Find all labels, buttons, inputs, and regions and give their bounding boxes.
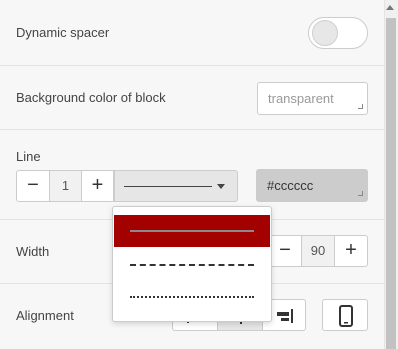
smartphone-icon: [339, 305, 353, 327]
dynamic-spacer-row: Dynamic spacer: [0, 0, 384, 66]
background-color-label: Background color of block: [16, 90, 166, 105]
dynamic-spacer-label: Dynamic spacer: [16, 25, 110, 40]
dashed-line-sample: [130, 264, 254, 266]
background-color-field[interactable]: transparent: [257, 82, 368, 115]
width-increase-button[interactable]: +: [334, 235, 368, 267]
line-style-option-dotted[interactable]: [114, 281, 270, 313]
mobile-view-button[interactable]: [322, 299, 368, 331]
line-thickness-value[interactable]: 1: [50, 170, 81, 202]
background-color-value: transparent: [268, 91, 334, 106]
alignment-label: Alignment: [16, 308, 74, 323]
background-color-row: Background color of block transparent: [0, 66, 384, 130]
solid-line-sample: [130, 230, 254, 232]
scroll-up-arrow-icon[interactable]: [386, 5, 394, 10]
line-style-option-solid[interactable]: [114, 215, 270, 247]
line-style-select[interactable]: [114, 170, 238, 202]
line-thickness-increase-button[interactable]: +: [81, 170, 114, 202]
width-decrease-button[interactable]: −: [268, 235, 302, 267]
toggle-knob: [312, 20, 338, 46]
settings-panel: Dynamic spacer Background color of block…: [0, 0, 384, 349]
resize-handle-icon: [358, 104, 363, 109]
dotted-line-sample: [130, 296, 254, 298]
dynamic-spacer-toggle[interactable]: [308, 17, 368, 49]
chevron-down-icon: [217, 184, 225, 189]
line-color-field[interactable]: #cccccc: [256, 169, 368, 202]
scrollbar-thumb[interactable]: [386, 18, 396, 349]
line-style-option-dashed[interactable]: [114, 249, 270, 281]
resize-handle-icon: [358, 191, 363, 196]
line-style-preview: [124, 186, 212, 187]
line-style-dropdown: [112, 206, 272, 322]
width-value[interactable]: 90: [302, 235, 334, 267]
width-label: Width: [16, 244, 50, 259]
line-thickness-decrease-button[interactable]: −: [16, 170, 50, 202]
line-color-value: #cccccc: [267, 178, 314, 193]
line-label: Line: [16, 149, 41, 164]
